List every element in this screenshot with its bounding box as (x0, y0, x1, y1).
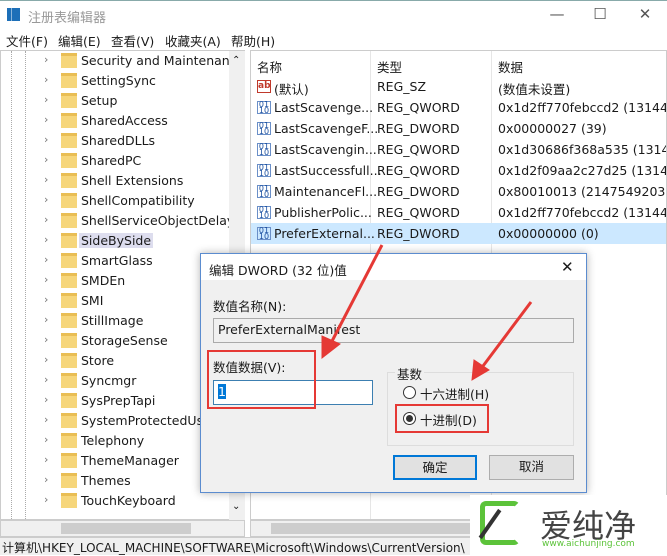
watermark-logo: 爱纯净 www.aichunjing.com (470, 495, 667, 555)
annotation-arrows (321, 244, 533, 381)
watermark-url: www.aichunjing.com (542, 539, 635, 549)
arrow-to-decimal (471, 301, 533, 381)
arrow-to-value-data (321, 244, 384, 360)
